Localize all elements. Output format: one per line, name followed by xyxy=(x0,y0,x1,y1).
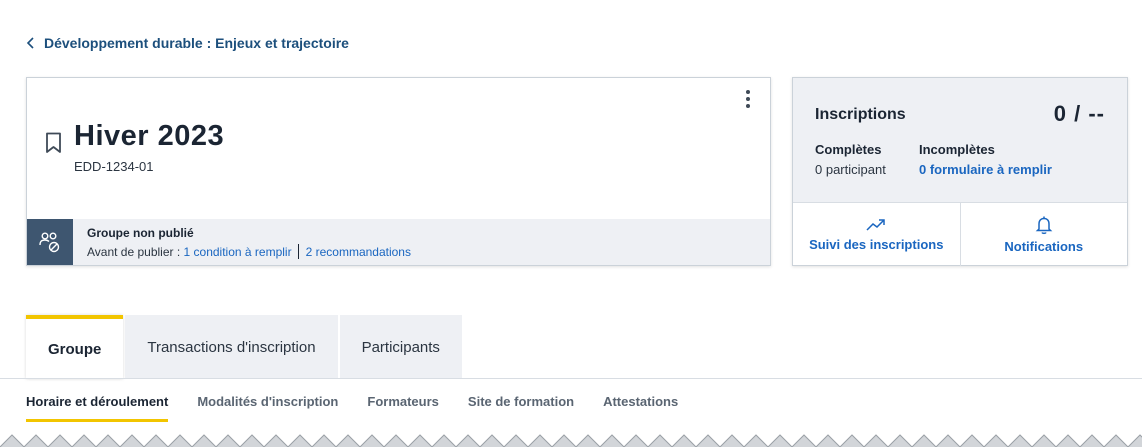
inscriptions-tracking-label: Suivi des inscriptions xyxy=(809,237,944,252)
notifications-label: Notifications xyxy=(1004,239,1084,254)
inscriptions-card: Inscriptions 0 / -- Complètes 0 particip… xyxy=(792,77,1128,266)
sub-tabs: Horaire et déroulement Modalités d'inscr… xyxy=(26,394,678,422)
status-divider xyxy=(297,244,299,259)
inscriptions-title: Inscriptions xyxy=(815,106,906,123)
subtab-horaire[interactable]: Horaire et déroulement xyxy=(26,394,169,422)
status-title: Groupe non publié xyxy=(87,226,194,240)
publication-status-bar: Groupe non publié Avant de publier : 1 c… xyxy=(27,219,770,265)
completed-label: Complètes xyxy=(815,142,882,157)
breadcrumb-label: Développement durable : Enjeux et trajec… xyxy=(44,35,349,51)
tabs-divider xyxy=(0,378,1142,379)
notifications-button[interactable]: Notifications xyxy=(959,203,1128,266)
incomplete-forms-link[interactable]: 0 formulaire à remplir xyxy=(919,162,1052,177)
subtab-formateurs[interactable]: Formateurs xyxy=(367,394,439,422)
group-title: Hiver 2023 xyxy=(74,120,225,152)
trending-up-icon xyxy=(866,219,885,231)
status-icon-box xyxy=(27,219,73,265)
condition-link[interactable]: 1 condition à remplir xyxy=(184,245,292,259)
main-tabs: Groupe Transactions d'inscription Partic… xyxy=(26,315,464,379)
breadcrumb-back-link[interactable]: Développement durable : Enjeux et trajec… xyxy=(26,35,349,51)
bell-icon xyxy=(1035,216,1053,235)
more-options-icon[interactable] xyxy=(740,88,756,110)
tab-groupe[interactable]: Groupe xyxy=(26,315,124,379)
chevron-left-icon xyxy=(26,37,34,49)
group-card: Hiver 2023 EDD-1234-01 Groupe non publié… xyxy=(26,77,771,266)
incomplete-label: Incomplètes xyxy=(919,142,995,157)
subtab-attestations[interactable]: Attestations xyxy=(603,394,678,422)
unpublished-group-icon xyxy=(39,232,60,253)
completed-value: 0 participant xyxy=(815,162,886,177)
torn-edge-decoration xyxy=(0,429,1142,447)
subtab-site[interactable]: Site de formation xyxy=(468,394,574,422)
tab-participants[interactable]: Participants xyxy=(339,315,462,379)
bookmark-icon[interactable] xyxy=(45,132,62,154)
status-prefix: Avant de publier : xyxy=(87,244,181,259)
inscriptions-tracking-button[interactable]: Suivi des inscriptions xyxy=(793,203,960,266)
inscriptions-count: 0 / -- xyxy=(1053,101,1105,126)
recommendations-link[interactable]: 2 recommandations xyxy=(306,245,411,259)
subtab-modalites[interactable]: Modalités d'inscription xyxy=(197,394,338,422)
tab-transactions[interactable]: Transactions d'inscription xyxy=(125,315,338,379)
group-code: EDD-1234-01 xyxy=(74,159,154,174)
